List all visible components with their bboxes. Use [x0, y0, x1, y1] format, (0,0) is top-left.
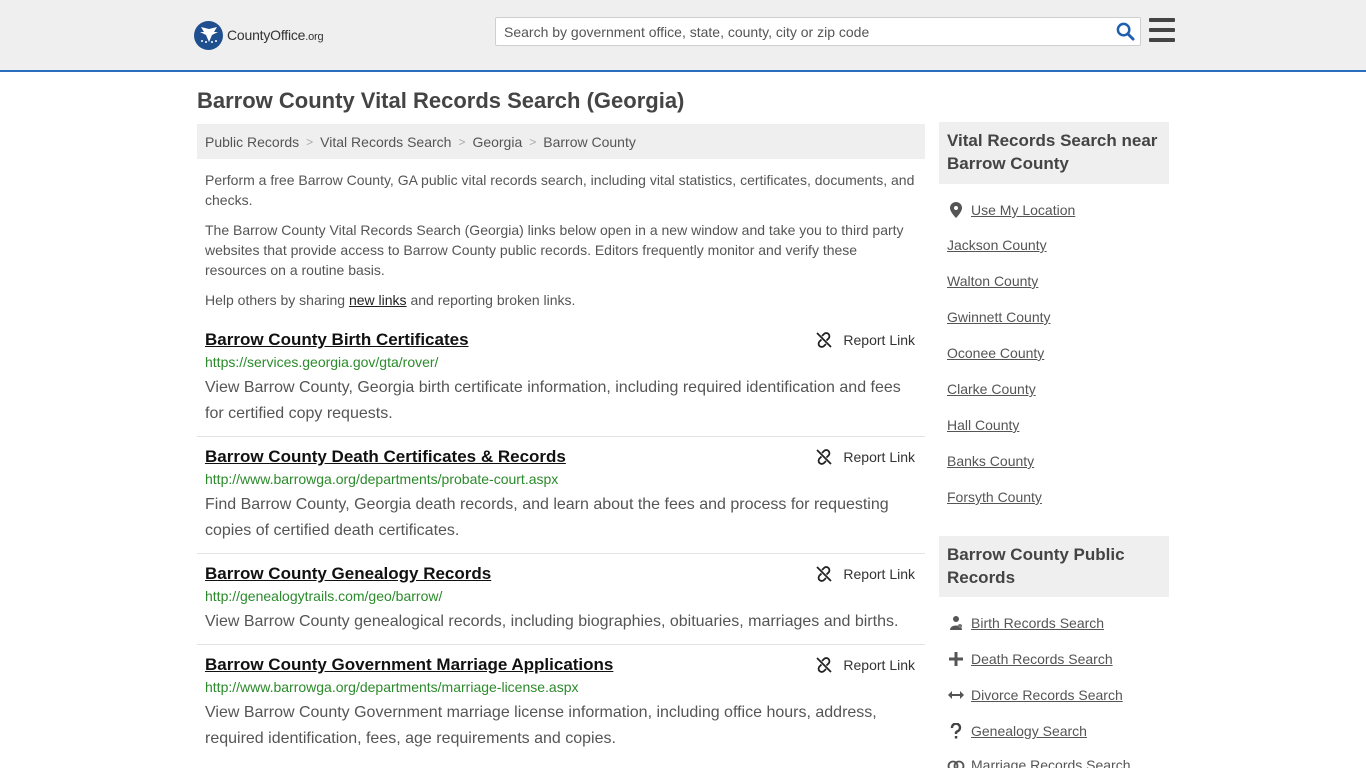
- use-my-location-link[interactable]: Use My Location: [971, 202, 1075, 218]
- record-url: http://www.barrowga.org/departments/marr…: [205, 679, 579, 695]
- nearby-county-link[interactable]: Clarke County: [947, 381, 1036, 397]
- breadcrumb-barrow-county[interactable]: Barrow County: [543, 134, 636, 150]
- site-logo[interactable]: CountyOffice.org: [194, 20, 324, 50]
- broken-link-icon: [816, 449, 833, 465]
- search-button[interactable]: [1110, 18, 1140, 45]
- logo-text: CountyOffice.org: [227, 27, 324, 43]
- record-url: http://www.barrowga.org/departments/prob…: [205, 471, 559, 487]
- record-title-link[interactable]: Barrow County Genealogy Records: [205, 564, 491, 584]
- record-item: Barrow County Birth Certificates Report …: [197, 330, 925, 437]
- nearby-county-link[interactable]: Walton County: [947, 273, 1038, 289]
- split-arrows-icon: [947, 686, 965, 704]
- breadcrumb-georgia[interactable]: Georgia: [472, 134, 522, 150]
- public-record-row: Death Records Search: [947, 650, 1113, 668]
- genealogy-search-link[interactable]: Genealogy Search: [971, 723, 1087, 739]
- hamburger-menu-icon[interactable]: [1149, 18, 1175, 42]
- search-bar: [495, 17, 1141, 46]
- public-record-row: Birth Records Search: [947, 614, 1104, 632]
- nearby-county-link[interactable]: Oconee County: [947, 345, 1044, 361]
- broken-link-icon: [816, 657, 833, 673]
- nearby-county-link[interactable]: Forsyth County: [947, 489, 1042, 505]
- record-description: View Barrow County genealogical records,…: [205, 613, 899, 630]
- use-location-row: Use My Location: [947, 201, 1075, 219]
- sidebar-public-records-heading: Barrow County Public Records: [939, 536, 1169, 597]
- breadcrumb-vital-records[interactable]: Vital Records Search: [320, 134, 451, 150]
- intro-paragraph: Perform a free Barrow County, GA public …: [205, 172, 915, 208]
- broken-link-icon: [816, 332, 833, 348]
- question-icon: [947, 722, 965, 740]
- new-links-link[interactable]: new links: [349, 292, 407, 308]
- report-link-button[interactable]: Report Link: [816, 449, 915, 465]
- marriage-records-link[interactable]: Marriage Records Search: [971, 757, 1131, 768]
- breadcrumb-separator-icon: >: [306, 134, 314, 149]
- nearby-county-link[interactable]: Banks County: [947, 453, 1034, 469]
- record-description: View Barrow County Government marriage l…: [205, 704, 877, 747]
- disclaimer-paragraph: The Barrow County Vital Records Search (…: [205, 222, 904, 278]
- record-url: https://services.georgia.gov/gta/rover/: [205, 354, 439, 370]
- sidebar-nearby-heading: Vital Records Search near Barrow County: [939, 122, 1169, 184]
- public-record-row: Genealogy Search: [947, 722, 1087, 740]
- broken-link-icon: [816, 566, 833, 582]
- breadcrumb: Public Records > Vital Records Search > …: [197, 124, 925, 159]
- report-link-button[interactable]: Report Link: [816, 332, 915, 348]
- public-record-row: Divorce Records Search: [947, 686, 1123, 704]
- breadcrumb-separator-icon: >: [458, 134, 466, 149]
- page-title: Barrow County Vital Records Search (Geor…: [197, 88, 685, 113]
- record-title-link[interactable]: Barrow County Birth Certificates: [205, 330, 469, 350]
- record-item: Barrow County Government Marriage Applic…: [197, 655, 925, 768]
- nearby-county-link[interactable]: Gwinnett County: [947, 309, 1051, 325]
- death-records-link[interactable]: Death Records Search: [971, 651, 1113, 667]
- record-item: Barrow County Genealogy Records Report L…: [197, 564, 925, 645]
- search-input[interactable]: [496, 18, 1110, 45]
- record-description: Find Barrow County, Georgia death record…: [205, 496, 889, 539]
- nearby-county-link[interactable]: Hall County: [947, 417, 1019, 433]
- breadcrumb-public-records[interactable]: Public Records: [205, 134, 299, 150]
- record-title-link[interactable]: Barrow County Death Certificates & Recor…: [205, 447, 566, 467]
- nearby-county-link[interactable]: Jackson County: [947, 237, 1047, 253]
- record-description: View Barrow County, Georgia birth certif…: [205, 379, 901, 422]
- rings-icon: [947, 756, 965, 768]
- report-link-button[interactable]: Report Link: [816, 566, 915, 582]
- report-link-button[interactable]: Report Link: [816, 657, 915, 673]
- map-marker-icon: [947, 201, 965, 219]
- breadcrumb-separator-icon: >: [529, 134, 537, 149]
- birth-records-link[interactable]: Birth Records Search: [971, 615, 1104, 631]
- logo-eagle-icon: [194, 20, 223, 50]
- site-header: CountyOffice.org: [0, 0, 1366, 72]
- search-icon: [1116, 22, 1135, 41]
- share-paragraph: Help others by sharing new links and rep…: [205, 292, 576, 308]
- record-url: http://genealogytrails.com/geo/barrow/: [205, 588, 443, 604]
- divorce-records-link[interactable]: Divorce Records Search: [971, 687, 1123, 703]
- birth-icon: [947, 614, 965, 632]
- plus-icon: [947, 650, 965, 668]
- record-item: Barrow County Death Certificates & Recor…: [197, 447, 925, 554]
- public-record-row: Marriage Records Search: [947, 756, 1131, 768]
- record-title-link[interactable]: Barrow County Government Marriage Applic…: [205, 655, 613, 675]
